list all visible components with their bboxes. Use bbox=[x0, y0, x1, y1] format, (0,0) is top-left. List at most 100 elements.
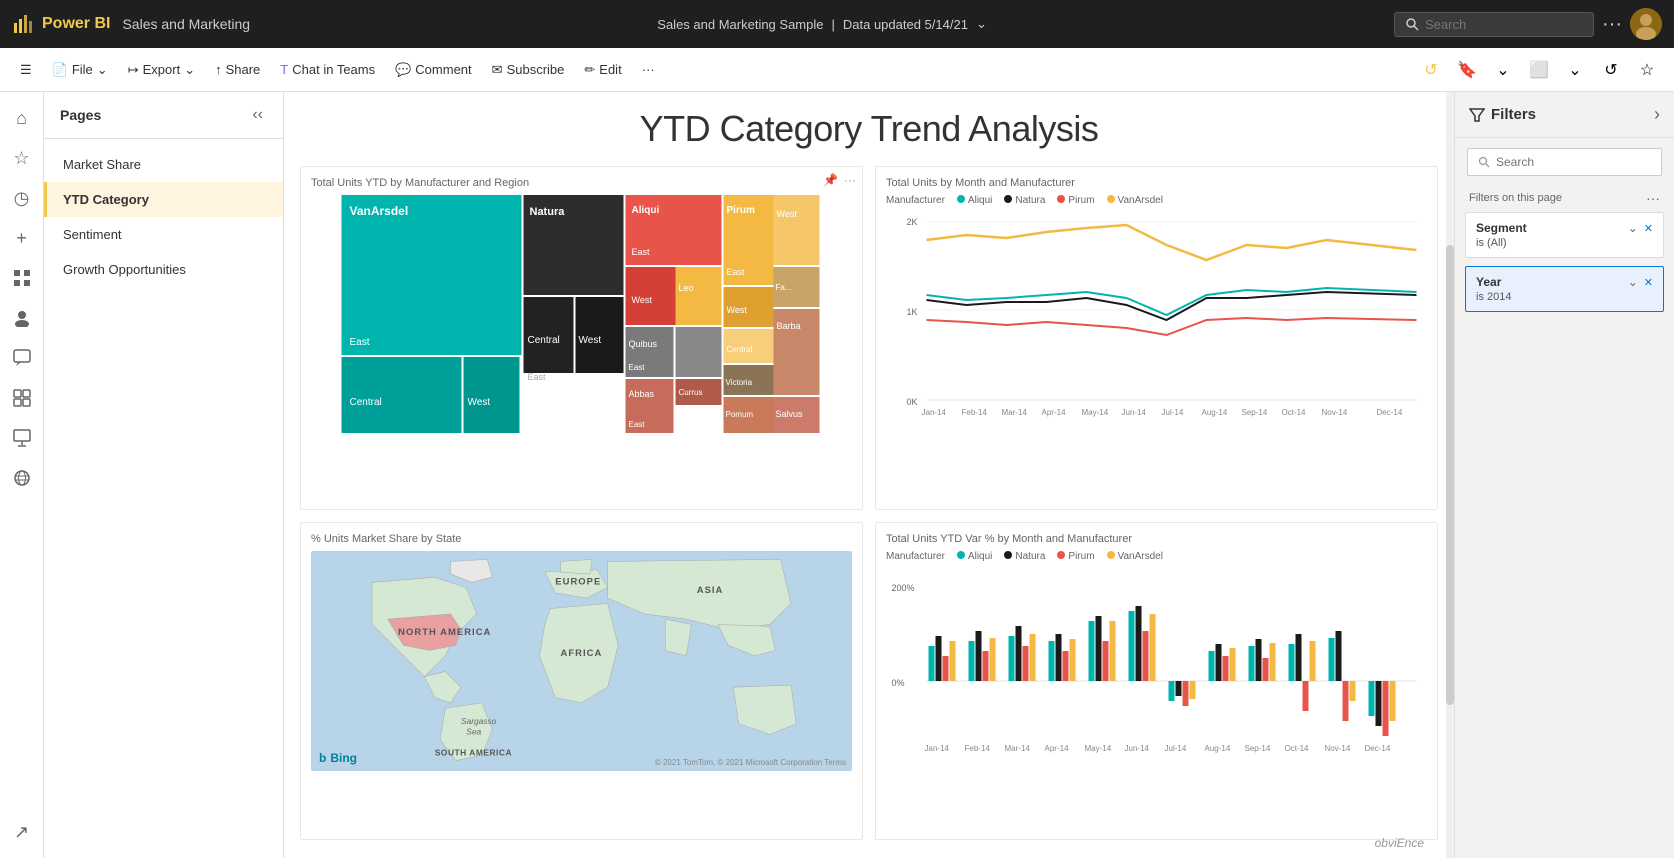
dropdown-chevron[interactable]: ⌄ bbox=[976, 16, 987, 32]
svg-text:Quibus: Quibus bbox=[629, 339, 658, 349]
topbar-more-button[interactable]: ··· bbox=[1602, 13, 1622, 36]
line-chart-card: Total Units by Month and Manufacturer Ma… bbox=[875, 166, 1438, 510]
svg-text:Oct-14: Oct-14 bbox=[1282, 408, 1307, 417]
filters-search[interactable] bbox=[1467, 148, 1662, 176]
edit-button[interactable]: ✏ Edit bbox=[576, 58, 629, 82]
filters-more-icon[interactable]: ··· bbox=[1646, 190, 1660, 206]
user-avatar[interactable] bbox=[1630, 8, 1662, 40]
sidebar-item-favorites[interactable]: ☆ bbox=[4, 140, 40, 176]
search-icon bbox=[1405, 17, 1419, 31]
search-input[interactable] bbox=[1425, 17, 1565, 32]
page-item-market-share[interactable]: Market Share bbox=[44, 147, 283, 182]
legend-pirum: Pirum bbox=[1057, 195, 1094, 206]
toolbar: ☰ 📄 File ⌄ ↦ Export ⌄ ↑ Share T Chat in … bbox=[0, 48, 1674, 92]
treemap-pin-icon[interactable]: 📌 bbox=[823, 173, 838, 187]
powerbi-icon bbox=[12, 13, 34, 35]
filter-segment-chevron[interactable]: ⌄ bbox=[1628, 221, 1638, 235]
visuals-grid: Total Units YTD by Manufacturer and Regi… bbox=[300, 166, 1438, 840]
filters-expand-icon[interactable]: › bbox=[1654, 104, 1660, 125]
filter-year[interactable]: Year ⌄ ✕ is 2014 bbox=[1465, 266, 1664, 312]
app-logo: Power BI bbox=[12, 13, 110, 35]
filters-search-input[interactable] bbox=[1496, 155, 1651, 169]
page-item-ytd-category[interactable]: YTD Category bbox=[44, 182, 283, 217]
svg-text:East: East bbox=[629, 363, 646, 372]
refresh-button[interactable]: ↺ bbox=[1416, 55, 1446, 85]
pages-title: Pages bbox=[60, 107, 101, 123]
sidebar-item-chat[interactable] bbox=[4, 340, 40, 376]
line-chart-svg[interactable]: 2K 1K 0K bbox=[886, 210, 1427, 420]
svg-text:May-14: May-14 bbox=[1082, 408, 1109, 417]
svg-text:Currus: Currus bbox=[679, 388, 703, 397]
svg-text:Central: Central bbox=[727, 345, 753, 354]
sidebar-item-globe[interactable] bbox=[4, 460, 40, 496]
svg-text:NORTH AMERICA: NORTH AMERICA bbox=[398, 625, 491, 636]
bookmark-chevron-button[interactable]: ⌄ bbox=[1488, 55, 1518, 85]
bar-chart-svg[interactable]: 200% 0% bbox=[886, 566, 1427, 756]
comment-icon: 💬 bbox=[395, 62, 411, 78]
sidebar-item-people[interactable] bbox=[4, 300, 40, 336]
subscribe-button[interactable]: ✉ Subscribe bbox=[484, 58, 573, 82]
filter-year-title: Year bbox=[1476, 275, 1501, 289]
report-canvas: YTD Category Trend Analysis Total Units … bbox=[284, 92, 1454, 858]
sidebar-item-external[interactable]: ↗ bbox=[4, 814, 40, 850]
pages-nav: ‹‹ bbox=[248, 104, 267, 126]
filter-segment[interactable]: Segment ⌄ ✕ is (All) bbox=[1465, 212, 1664, 258]
reset-button[interactable]: ↺ bbox=[1596, 55, 1626, 85]
bing-text: Bing bbox=[330, 751, 357, 765]
bar-legend-natura: Natura bbox=[1004, 551, 1045, 562]
svg-text:EUROPE: EUROPE bbox=[555, 575, 601, 586]
legend-natura: Natura bbox=[1004, 195, 1045, 206]
svg-text:May-14: May-14 bbox=[1085, 744, 1112, 753]
svg-text:Aliqui: Aliqui bbox=[632, 205, 660, 216]
hamburger-button[interactable]: ☰ bbox=[12, 58, 40, 82]
treemap-more-icon[interactable]: ··· bbox=[844, 173, 856, 187]
sidebar-item-monitor[interactable] bbox=[4, 420, 40, 456]
fullscreen-button[interactable]: ⬜ bbox=[1524, 55, 1554, 85]
svg-text:Central: Central bbox=[528, 335, 560, 346]
svg-text:Sea: Sea bbox=[466, 726, 481, 736]
sidebar-item-home[interactable]: ⌂ bbox=[4, 100, 40, 136]
filter-segment-clear[interactable]: ✕ bbox=[1644, 222, 1653, 235]
sidebar-item-create[interactable]: + bbox=[4, 220, 40, 256]
svg-text:VanArsdel: VanArsdel bbox=[350, 204, 409, 218]
legend-manufacturer-label: Manufacturer bbox=[886, 195, 945, 206]
svg-text:Jan-14: Jan-14 bbox=[922, 408, 947, 417]
favorite-button[interactable]: ☆ bbox=[1632, 55, 1662, 85]
teams-icon: T bbox=[280, 62, 288, 77]
filter-segment-header: Segment ⌄ ✕ bbox=[1476, 221, 1653, 235]
global-search[interactable] bbox=[1394, 12, 1594, 37]
svg-text:Jul-14: Jul-14 bbox=[1165, 744, 1187, 753]
share-button[interactable]: ↑ Share bbox=[207, 58, 268, 81]
sidebar-item-recent[interactable]: ◷ bbox=[4, 180, 40, 216]
pages-header: Pages ‹‹ bbox=[44, 92, 283, 139]
sidebar-item-apps[interactable] bbox=[4, 260, 40, 296]
map-area[interactable]: NORTH AMERICA EUROPE ASIA Sargasso Sea A… bbox=[311, 551, 852, 771]
filter-year-clear[interactable]: ✕ bbox=[1644, 276, 1653, 289]
export-button[interactable]: ↦ Export ⌄ bbox=[120, 58, 203, 82]
toolbar-more-button[interactable]: ··· bbox=[634, 58, 663, 81]
svg-text:West: West bbox=[468, 397, 491, 408]
svg-text:Salvus: Salvus bbox=[776, 409, 804, 419]
svg-text:Leo: Leo bbox=[679, 283, 694, 293]
page-item-sentiment[interactable]: Sentiment bbox=[44, 217, 283, 252]
chat-teams-button[interactable]: T Chat in Teams bbox=[272, 58, 383, 81]
scroll-thumb[interactable] bbox=[1446, 245, 1454, 705]
filter-year-chevron[interactable]: ⌄ bbox=[1628, 275, 1638, 289]
treemap-title: Total Units YTD by Manufacturer and Regi… bbox=[311, 177, 852, 189]
pages-back-button[interactable]: ‹‹ bbox=[248, 104, 267, 126]
bar-chart-legend: Manufacturer Aliqui Natura Pirum VanArsd… bbox=[886, 551, 1427, 562]
file-button[interactable]: 📄 File ⌄ bbox=[44, 58, 116, 82]
svg-text:Mar-14: Mar-14 bbox=[1005, 744, 1031, 753]
export-chevron-icon: ⌄ bbox=[184, 62, 195, 78]
sidebar-item-dashboard[interactable] bbox=[4, 380, 40, 416]
bookmark-button[interactable]: 🔖 bbox=[1452, 55, 1482, 85]
scroll-track[interactable] bbox=[1446, 92, 1454, 858]
comment-button[interactable]: 💬 Comment bbox=[387, 58, 480, 82]
fullscreen-chevron-button[interactable]: ⌄ bbox=[1560, 55, 1590, 85]
page-item-growth-opportunities[interactable]: Growth Opportunities bbox=[44, 252, 283, 287]
filter-year-value: is 2014 bbox=[1476, 291, 1653, 303]
svg-text:AFRICA: AFRICA bbox=[561, 646, 603, 657]
treemap-svg[interactable]: VanArsdel East Central West Natura Centr… bbox=[311, 195, 852, 435]
svg-text:200%: 200% bbox=[892, 583, 915, 593]
filter-year-header: Year ⌄ ✕ bbox=[1476, 275, 1653, 289]
